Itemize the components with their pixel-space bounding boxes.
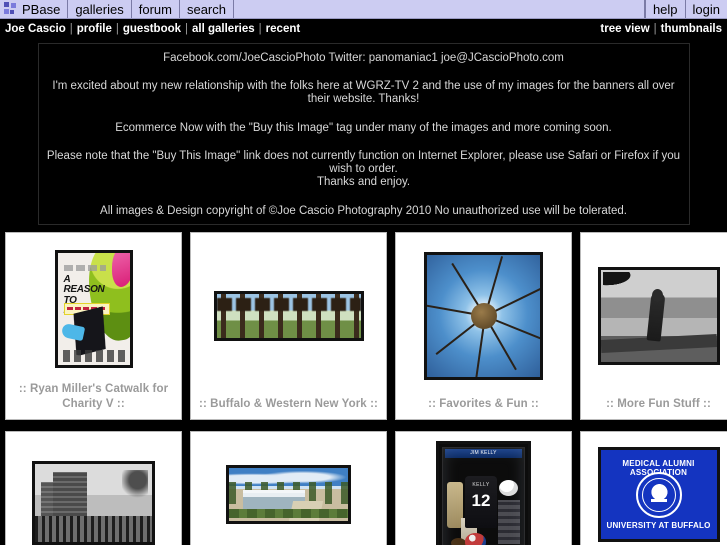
intro-wgrz-line: I'm excited about my new relationship wi… [52,80,675,106]
nav-galleries[interactable]: galleries [68,0,132,18]
thumbnail-holder: MEDICAL ALUMNI ASSOCIATION UNIVERSITY AT… [587,441,727,545]
nav-forum-label: forum [138,1,172,17]
separator: | [258,23,262,35]
intro-spacer [47,135,681,150]
poster-sponsor-logos [62,349,125,362]
intro-ecommerce-line: Ecommerce Now with the "Buy this Image" … [115,121,612,134]
jersey-number: 12 [471,490,491,510]
user-link-guestbook[interactable]: guestbook [123,23,181,35]
nav-help[interactable]: help [644,0,685,18]
user-navigation-left: Joe Cascio | profile | guestbook | all g… [5,23,300,35]
gallery-card-favorites-and-fun[interactable]: :: Favorites & Fun :: [395,231,572,420]
figure-head [651,288,663,302]
gallery-caption: :: More Fun Stuff :: [606,398,711,411]
jersey: KELLY 12 [465,475,497,528]
gallery-card-historical-buffalo-images[interactable]: :: Historical Buffalo Images :: [5,430,182,545]
user-link-profile[interactable]: profile [77,23,112,35]
thumbnail-little-planet-tree-icon[interactable] [424,252,543,381]
thumbnail-holder: A REASON TO ROCK. [12,242,175,376]
locker-gear [498,499,520,544]
gallery-caption: :: Ryan Miller's Catwalk for Charity V :… [18,382,169,411]
top-navigation-bar: PBase galleries forum search help login [0,0,727,19]
main-tower [53,471,87,516]
nav-forum[interactable]: forum [132,0,180,18]
user-link-recent[interactable]: recent [266,23,301,35]
planet-core [470,303,497,330]
view-link-tree-view[interactable]: tree view [600,23,649,35]
nav-login[interactable]: login [684,0,727,18]
hedge-row [229,509,348,519]
bills-helmet [465,532,486,545]
nav-galleries-label: galleries [75,1,124,17]
poster-pink-shape [111,252,130,287]
view-link-thumbnails[interactable]: thumbnails [661,23,722,35]
nav-search-label: search [186,1,226,17]
separator: | [69,23,73,35]
nav-pbase-home-label: PBase [22,1,61,17]
thumbnail-holder [12,441,175,545]
intro-thanks-line: Thanks and enjoy. [316,176,411,189]
thumbnail-holder [587,242,727,391]
gallery-card-more-fun-stuff[interactable]: :: More Fun Stuff :: [580,231,727,420]
jersey-name: KELLY [472,481,490,488]
thumbnail-historical-city-icon[interactable] [32,460,155,545]
thumbnail-modern-building-icon[interactable] [226,465,351,525]
user-link-all-galleries[interactable]: all galleries [192,23,255,35]
bare-tree [122,469,148,504]
nav-login-label: login [692,1,720,17]
poster-credits-top [63,264,106,271]
separator: | [653,23,657,35]
street-crowd [35,515,152,542]
thumbnail-holder [402,242,565,391]
intro-copyright-line: All images & Design copyright of ©Joe Ca… [100,204,627,217]
pbase-squares-logo-icon[interactable] [0,0,20,18]
banner-bottom-text: UNIVERSITY AT BUFFALO [606,521,711,531]
gallery-card-buffalo-western-new-york[interactable]: :: Buffalo & Western New York :: [190,231,387,420]
pbase-squares-logo-svg [4,2,16,14]
intro-message-wrapper: Facebook.com/JoeCascioPhoto Twitter: pan… [0,39,727,225]
intro-spacer [47,65,681,80]
thumbnail-holder: JIM KELLY KELLY 12 [402,440,565,545]
gallery-card-ub-medical-alumni-reunion-weekend[interactable]: MEDICAL ALUMNI ASSOCIATION UNIVERSITY AT… [580,430,727,545]
intro-contact-line: Facebook.com/JoeCascioPhoto Twitter: pan… [163,52,564,64]
white-helmet [499,479,518,496]
separator: | [185,23,189,35]
nav-pbase-home[interactable]: PBase [20,0,69,18]
nav-search[interactable]: search [180,0,234,18]
intro-message-box: Facebook.com/JoeCascioPhoto Twitter: pan… [37,43,690,225]
separator: | [115,23,119,35]
nav-help-label: help [652,1,678,17]
thumbnail-holder [197,242,380,391]
locker-nameplate: JIM KELLY [445,448,522,458]
university-seal-inner-ring [641,477,676,512]
intro-spacer [47,107,681,122]
top-navigation-spacer [234,0,645,18]
gallery-caption: :: Buffalo & Western New York :: [199,398,378,411]
thumbnail-concert-poster-icon[interactable]: A REASON TO ROCK. [54,249,133,368]
gallery-card-architecture-engineering-food-product[interactable]: :: Architecture, Engineering, Food & Pro… [190,430,387,545]
intro-browser-note-line: Please note that the "Buy This Image" li… [46,149,681,176]
gallery-caption: :: Favorites & Fun :: [428,398,539,411]
palm-fronds [602,272,637,289]
thumbnail-panoramic-tree-row-icon[interactable] [213,291,364,342]
tree-canopy [216,298,361,312]
user-name-link[interactable]: Joe Cascio [5,23,66,35]
thumbnail-bills-locker-icon[interactable]: JIM KELLY KELLY 12 [436,440,531,545]
football [451,537,466,545]
thumbnail-holder [197,441,380,545]
user-navigation-right: tree view | thumbnails [600,23,722,35]
intro-spacer [47,190,681,205]
gallery-grid: A REASON TO ROCK. :: Ryan Miller's Catwa… [0,231,727,545]
thumbnail-beach-portrait-icon[interactable] [597,267,720,366]
thumbnail-medical-alumni-banner-icon[interactable]: MEDICAL ALUMNI ASSOCIATION UNIVERSITY AT… [597,447,720,543]
user-navigation-bar: Joe Cascio | profile | guestbook | all g… [0,19,727,39]
gallery-card-ryan-miller-catwalk[interactable]: A REASON TO ROCK. :: Ryan Miller's Catwa… [5,231,182,420]
gallery-card-kelly-for-kids[interactable]: JIM KELLY KELLY 12 :: Kelly for Kids :: [395,430,572,545]
